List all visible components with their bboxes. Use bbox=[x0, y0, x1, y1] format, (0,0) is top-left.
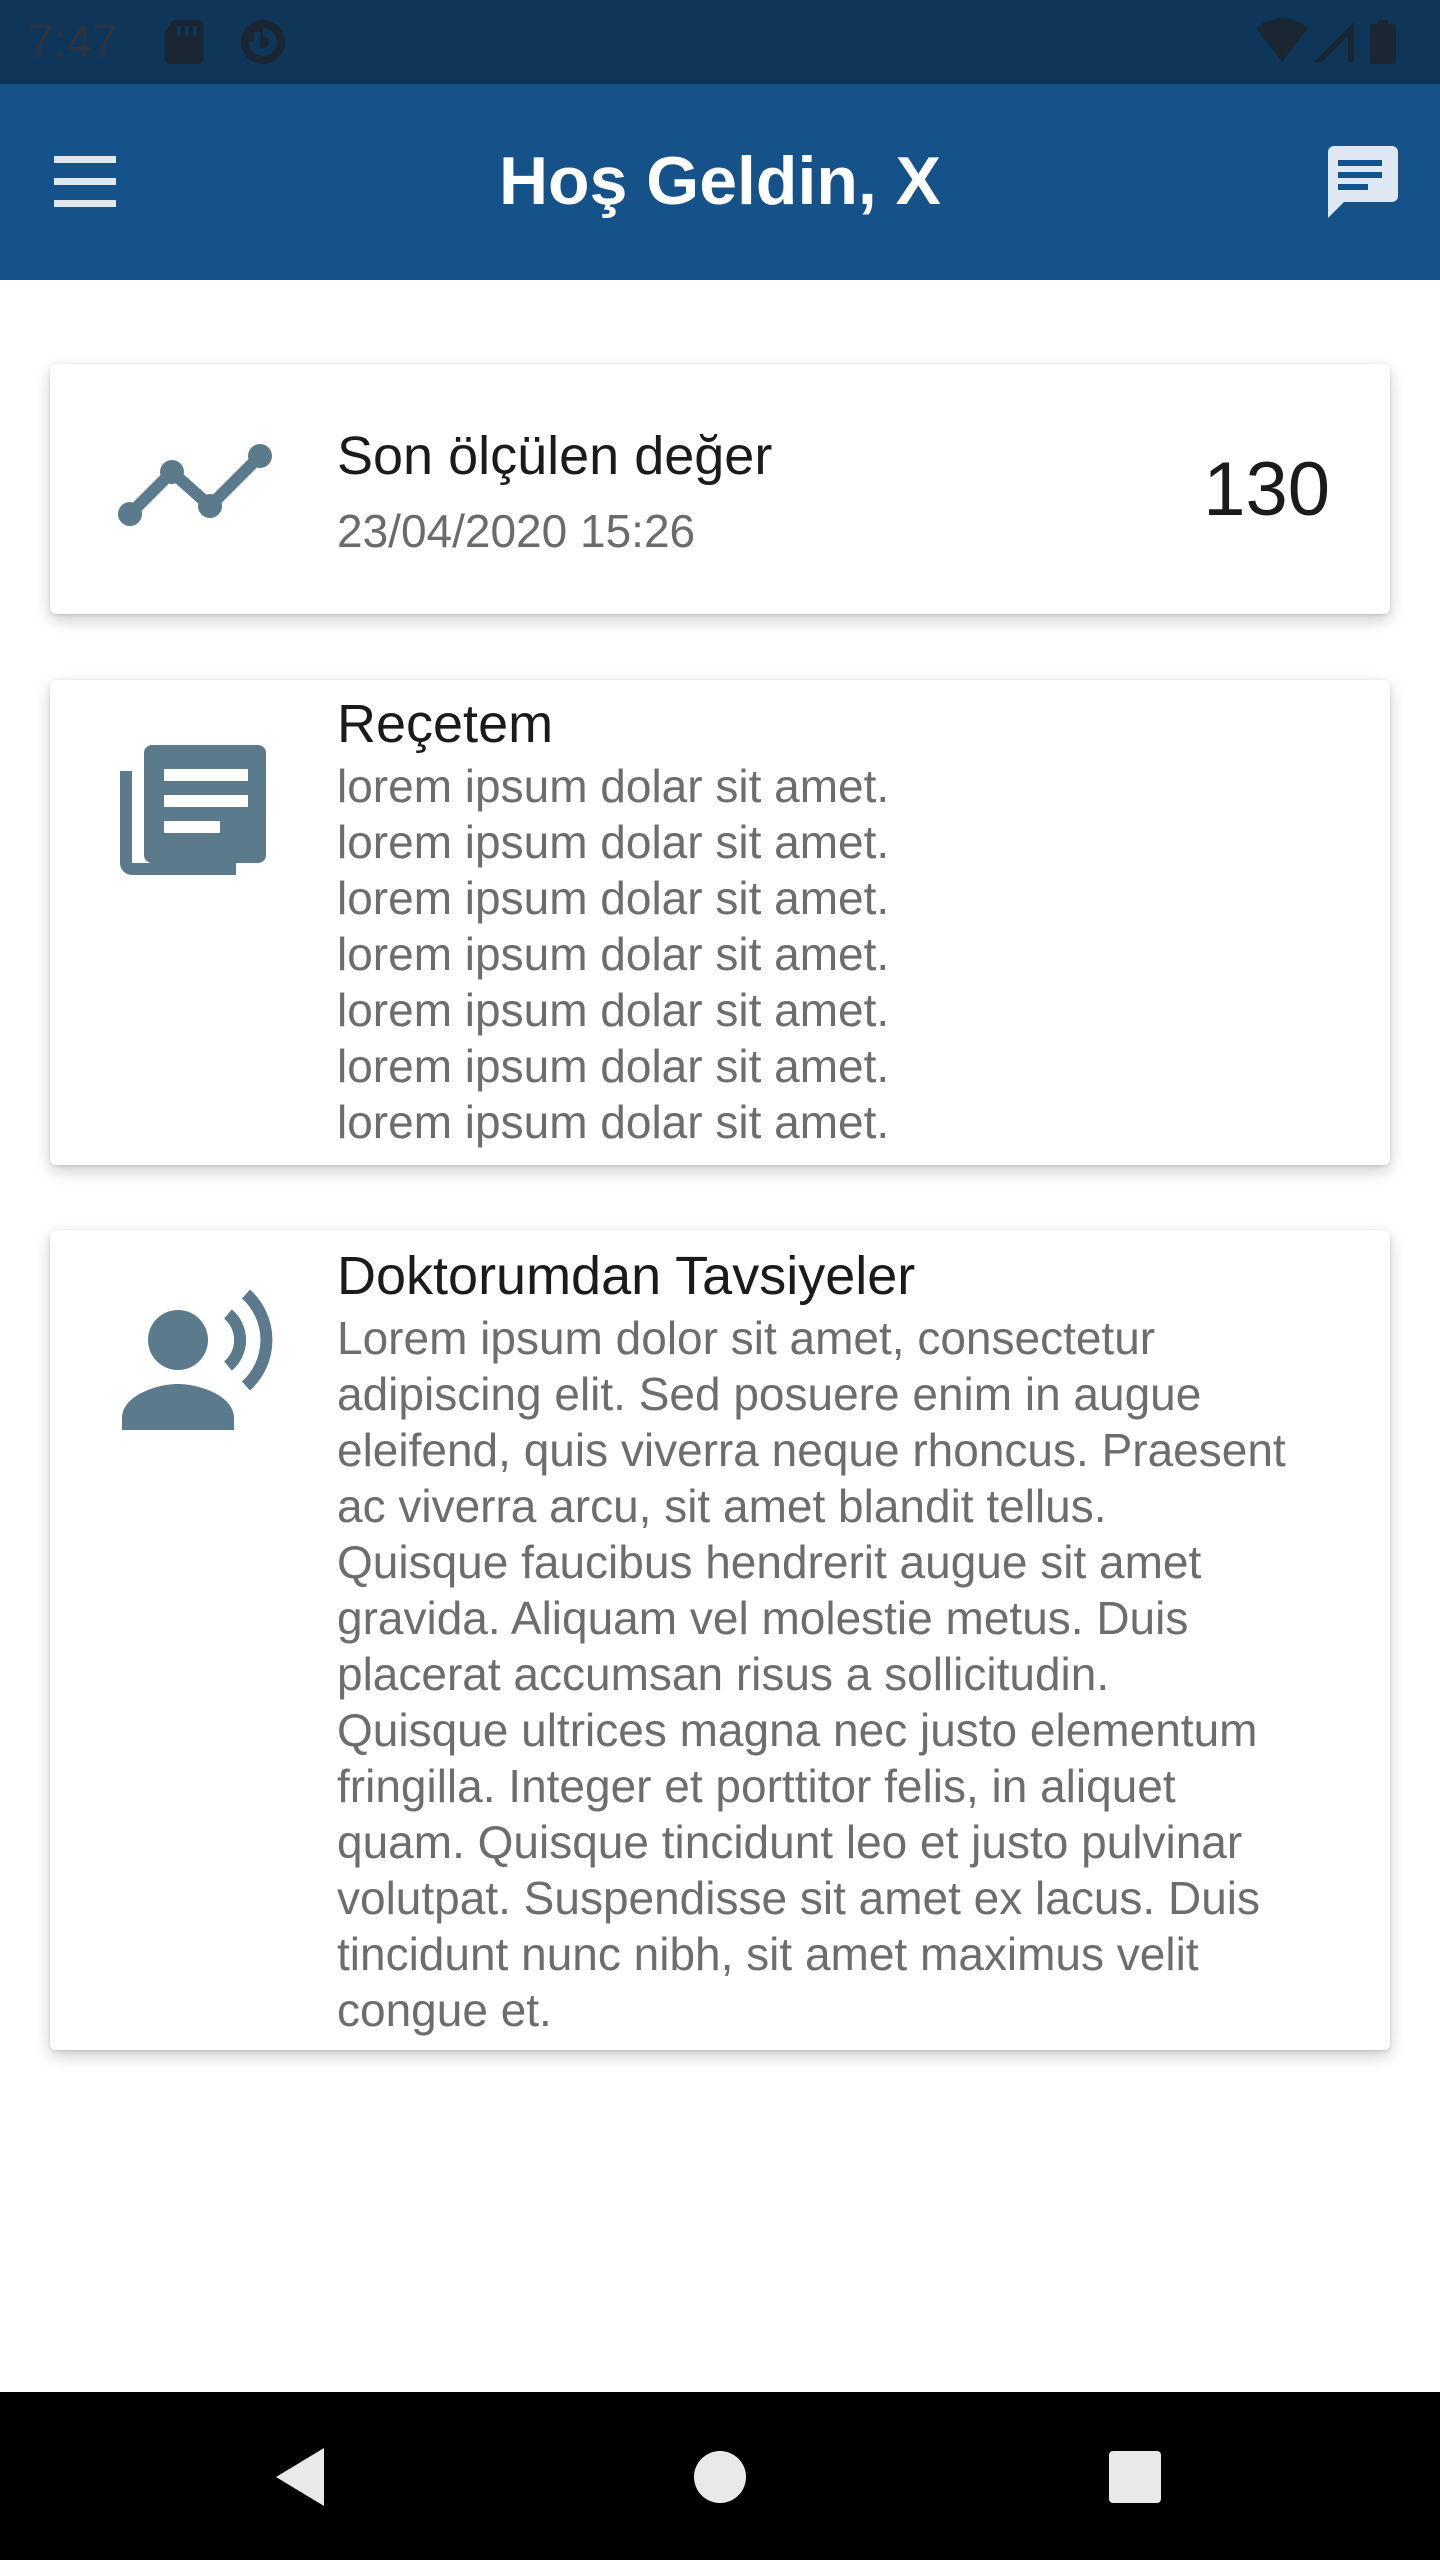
last-measurement-card[interactable]: Son ölçülen değer 23/04/2020 15:26 130 bbox=[50, 364, 1390, 614]
battery-icon bbox=[1370, 20, 1396, 64]
prescription-document-icon bbox=[110, 735, 280, 885]
status-bar: 7:47 bbox=[0, 0, 1440, 84]
status-right-icons bbox=[1256, 16, 1416, 73]
cell-signal-icon bbox=[1314, 22, 1354, 62]
sd-card-icon bbox=[165, 20, 203, 64]
recents-button[interactable] bbox=[1090, 2432, 1180, 2522]
status-time: 7:47 bbox=[28, 15, 118, 67]
measurement-title: Son ölçülen değer bbox=[337, 426, 773, 486]
app-bar: Hoş Geldin, X bbox=[0, 84, 1440, 280]
doctor-advice-title: Doktorumdan Tavsiyeler bbox=[337, 1246, 916, 1306]
page-title: Hoş Geldin, X bbox=[498, 143, 942, 219]
trend-line-icon bbox=[110, 414, 280, 564]
status-left-icons bbox=[165, 16, 295, 73]
back-icon bbox=[276, 2448, 324, 2506]
recents-icon bbox=[1109, 2451, 1161, 2503]
navigation-bar bbox=[0, 2392, 1440, 2560]
wifi-icon bbox=[1256, 18, 1308, 62]
home-button[interactable] bbox=[675, 2432, 765, 2522]
doctor-advice-body: Lorem ipsum dolor sit amet, consectetur … bbox=[337, 1312, 1286, 2036]
speaking-person-icon bbox=[110, 1289, 280, 1440]
back-button[interactable] bbox=[258, 2432, 348, 2522]
prescription-body: lorem ipsum dolar sit amet. lorem ipsum … bbox=[337, 760, 890, 1148]
measurement-value: 130 bbox=[1203, 447, 1330, 532]
measurement-timestamp: 23/04/2020 15:26 bbox=[337, 505, 696, 557]
data-saver-icon bbox=[241, 20, 285, 64]
home-icon bbox=[694, 2451, 746, 2503]
content-area: Son ölçülen değer 23/04/2020 15:26 130 R… bbox=[0, 280, 1440, 2100]
prescription-card[interactable]: Reçetem lorem ipsum dolar sit amet. lore… bbox=[50, 680, 1390, 1165]
chat-icon bbox=[1328, 146, 1398, 218]
doctor-advice-card[interactable]: Doktorumdan Tavsiyeler Lorem ipsum dolor… bbox=[50, 1230, 1390, 2050]
chat-button[interactable] bbox=[1320, 142, 1400, 222]
prescription-title: Reçetem bbox=[337, 694, 554, 754]
